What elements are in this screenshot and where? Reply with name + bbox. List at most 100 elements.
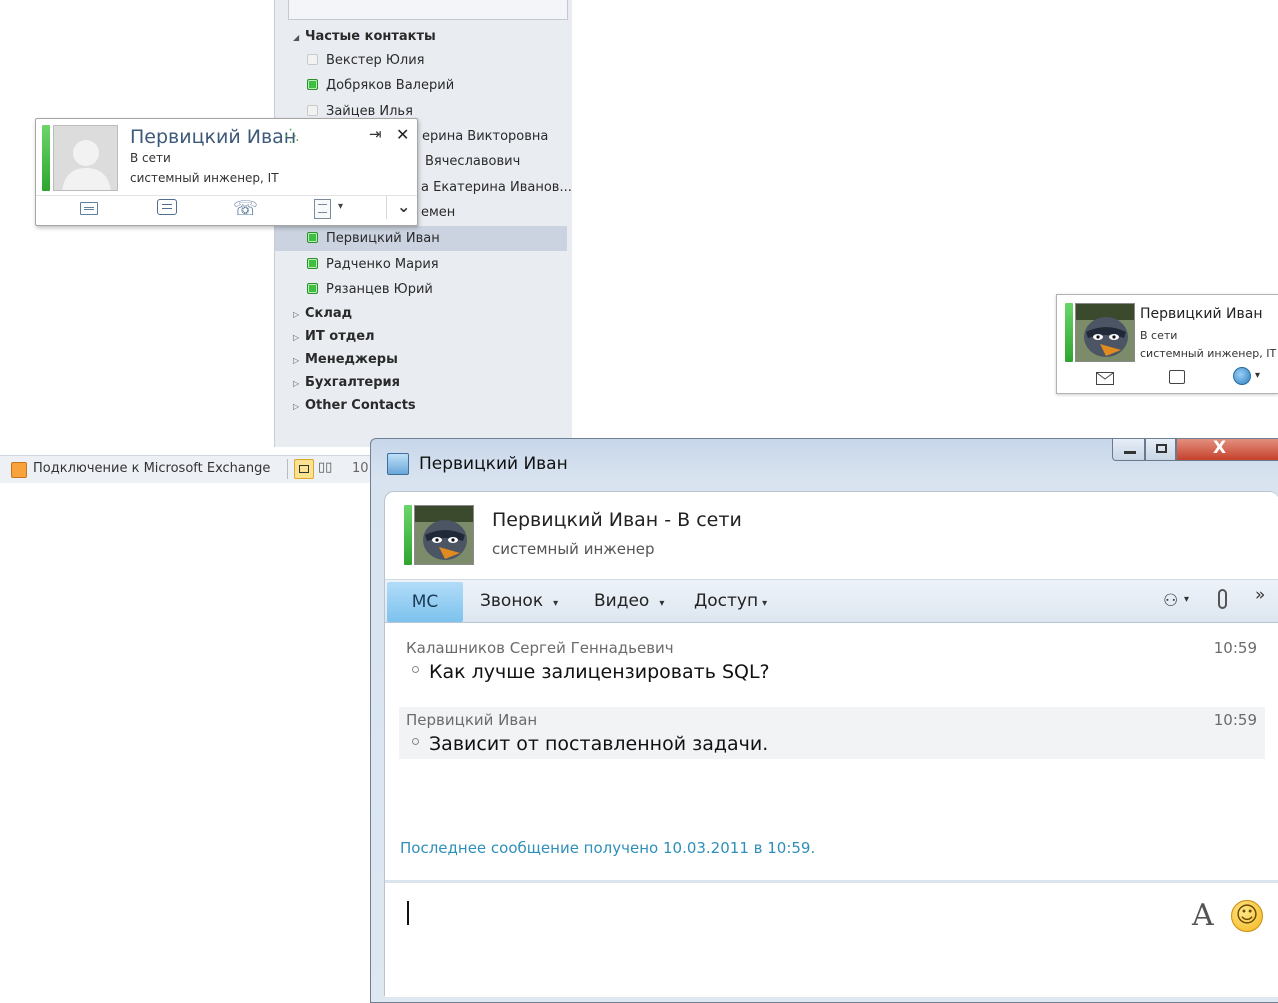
conversation-toolbar: МС Звонок ▾ Видео ▾ Доступ ▾ ⚇ ▾ »	[385, 579, 1278, 623]
collapsed-triangle-icon: ▷	[293, 333, 300, 342]
mini-card-status: В сети	[1140, 329, 1178, 342]
call-button[interactable]: Звонок ▾	[480, 580, 558, 622]
message-text: Как лучше залицензировать SQL?	[429, 661, 770, 683]
minimize-button[interactable]	[1112, 439, 1145, 461]
lync-call-icon[interactable]	[1233, 367, 1251, 385]
header-contact: Первицкий Иван - В сети	[492, 509, 742, 531]
group-frequent-contacts[interactable]: ◢ Частые контакты	[275, 25, 573, 48]
video-button[interactable]: Видео ▾	[594, 580, 664, 622]
close-button[interactable]: X	[1176, 438, 1278, 461]
normal-view-icon	[299, 465, 309, 473]
contact-card-mini: Первицкий Иван В сети системный инженер,…	[1056, 294, 1278, 394]
message-text: Зависит от поставленной задачи.	[429, 733, 769, 755]
call-dropdown-icon[interactable]: ▾	[553, 598, 558, 609]
im-chat-icon[interactable]	[157, 199, 177, 215]
divider	[36, 195, 417, 196]
toolbar-overflow-icon[interactable]: »	[1255, 585, 1265, 605]
loading-spinner-icon: ⁛.	[285, 129, 300, 145]
tab-instant-message[interactable]: МС	[387, 582, 463, 622]
avatar	[1075, 303, 1135, 362]
message-sender: Калашников Сергей Геннадьевич	[406, 639, 674, 657]
im-conversation-window: Первицкий Иван X Первицкий Иван - В сети…	[370, 438, 1278, 1003]
maximize-icon	[1156, 444, 1167, 453]
mini-card-name[interactable]: Первицкий Иван	[1140, 306, 1262, 322]
participants-dropdown-icon[interactable]: ▾	[1184, 594, 1189, 605]
presence-online-icon	[307, 232, 318, 243]
conversation-header: Первицкий Иван - В сети системный инжене…	[385, 492, 1278, 579]
contact-item[interactable]: Векстер Юлия	[275, 48, 573, 73]
message-bullet-icon	[412, 738, 419, 745]
contact-item[interactable]: Рязанцев Юрий	[275, 277, 573, 302]
video-dropdown-icon[interactable]: ▾	[659, 598, 664, 609]
avatar-placeholder	[53, 125, 118, 191]
email-icon[interactable]	[1096, 372, 1114, 385]
reading-view-icon[interactable]: ▯▯	[318, 460, 332, 475]
close-icon[interactable]: ✕	[396, 125, 409, 144]
header-contact-name[interactable]: Первицкий Иван	[492, 509, 658, 531]
last-message-received-status: Последнее сообщение получено 10.03.2011 …	[400, 839, 816, 857]
collapsed-triangle-icon: ▷	[293, 310, 300, 319]
collapsed-triangle-icon: ▷	[293, 379, 300, 388]
im-chat-icon[interactable]	[1169, 370, 1185, 384]
presence-bar	[1065, 303, 1073, 362]
card-status: В сети	[130, 151, 171, 165]
collapsed-triangle-icon: ▷	[293, 402, 300, 411]
group-managers[interactable]: ▷ Менеджеры	[275, 348, 573, 371]
presence-bar	[404, 505, 412, 565]
contact-item[interactable]: Добряков Валерий	[275, 73, 573, 98]
contact-list-scroll-top	[288, 0, 568, 20]
add-participants-icon[interactable]: ⚇	[1163, 591, 1178, 611]
message-time: 10:59	[1213, 639, 1257, 657]
header-presence-status: - В сети	[664, 509, 742, 531]
presence-online-icon	[307, 283, 318, 294]
exchange-connection-icon	[11, 462, 27, 478]
card-contact-name[interactable]: Первицкий Иван	[130, 126, 296, 148]
default-person-icon	[54, 126, 117, 190]
contact-card-popup: Первицкий Иван ⁛. ⇥ ✕ В сети системный и…	[35, 118, 418, 226]
zoom-level[interactable]: 10	[352, 461, 369, 476]
message-time: 10:59	[1213, 711, 1257, 729]
expand-chevron-icon[interactable]: ⌄	[397, 197, 410, 216]
divider	[386, 195, 387, 219]
call-options-dropdown-icon[interactable]: ▾	[1255, 370, 1260, 381]
contact-item[interactable]: Радченко Мария	[275, 252, 573, 277]
header-job-title: системный инженер	[492, 540, 655, 558]
phone-icon[interactable]: ☏	[233, 196, 258, 220]
font-button[interactable]: A	[1192, 898, 1214, 933]
emoticon-icon[interactable]: ☺	[1231, 900, 1263, 932]
presence-offline-icon	[307, 54, 318, 65]
share-button[interactable]: Доступ ▾	[694, 580, 767, 622]
maximize-button[interactable]	[1145, 439, 1176, 461]
group-sklad[interactable]: ▷ Склад	[275, 302, 573, 325]
message-input[interactable]: A ☺	[385, 880, 1278, 997]
avatar	[414, 505, 474, 565]
minimize-icon	[1124, 451, 1136, 454]
message-bullet-icon	[412, 666, 419, 673]
conversation-history: Калашников Сергей Геннадьевич 10:59 Как …	[385, 625, 1278, 880]
penguin-avatar-icon	[1076, 304, 1134, 361]
message-item: Первицкий Иван 10:59 Зависит от поставле…	[399, 707, 1265, 759]
share-dropdown-icon[interactable]: ▾	[762, 598, 767, 609]
email-card-icon[interactable]	[80, 202, 98, 215]
window-title: Первицкий Иван	[419, 454, 568, 474]
contact-item-selected[interactable]: Первицкий Иван	[275, 226, 567, 251]
contact-card-icon[interactable]	[314, 199, 331, 219]
presence-online-icon	[307, 258, 318, 269]
group-other-contacts[interactable]: ▷ Other Contacts	[275, 394, 573, 417]
card-options-dropdown-icon[interactable]: ▾	[338, 201, 343, 212]
group-it-department[interactable]: ▷ ИТ отдел	[275, 325, 573, 348]
normal-view-button[interactable]	[294, 459, 314, 479]
message-item: Калашников Сергей Геннадьевич 10:59 Как …	[399, 635, 1265, 687]
conversation-body: Первицкий Иван - В сети системный инжене…	[384, 491, 1278, 997]
pin-icon[interactable]: ⇥	[369, 125, 382, 143]
group-accounting[interactable]: ▷ Бухгалтерия	[275, 371, 573, 394]
attachment-icon[interactable]	[1218, 589, 1227, 609]
exchange-status-text[interactable]: Подключение к Microsoft Exchange	[33, 461, 270, 476]
conversation-app-icon	[387, 453, 409, 475]
outlook-status-bar: Подключение к Microsoft Exchange ▯▯ 10	[0, 455, 375, 483]
text-cursor	[407, 901, 409, 925]
message-sender: Первицкий Иван	[406, 711, 538, 729]
presence-offline-icon	[307, 105, 318, 116]
presence-online-icon	[307, 79, 318, 90]
card-job-title: системный инженер, IT	[130, 171, 279, 185]
